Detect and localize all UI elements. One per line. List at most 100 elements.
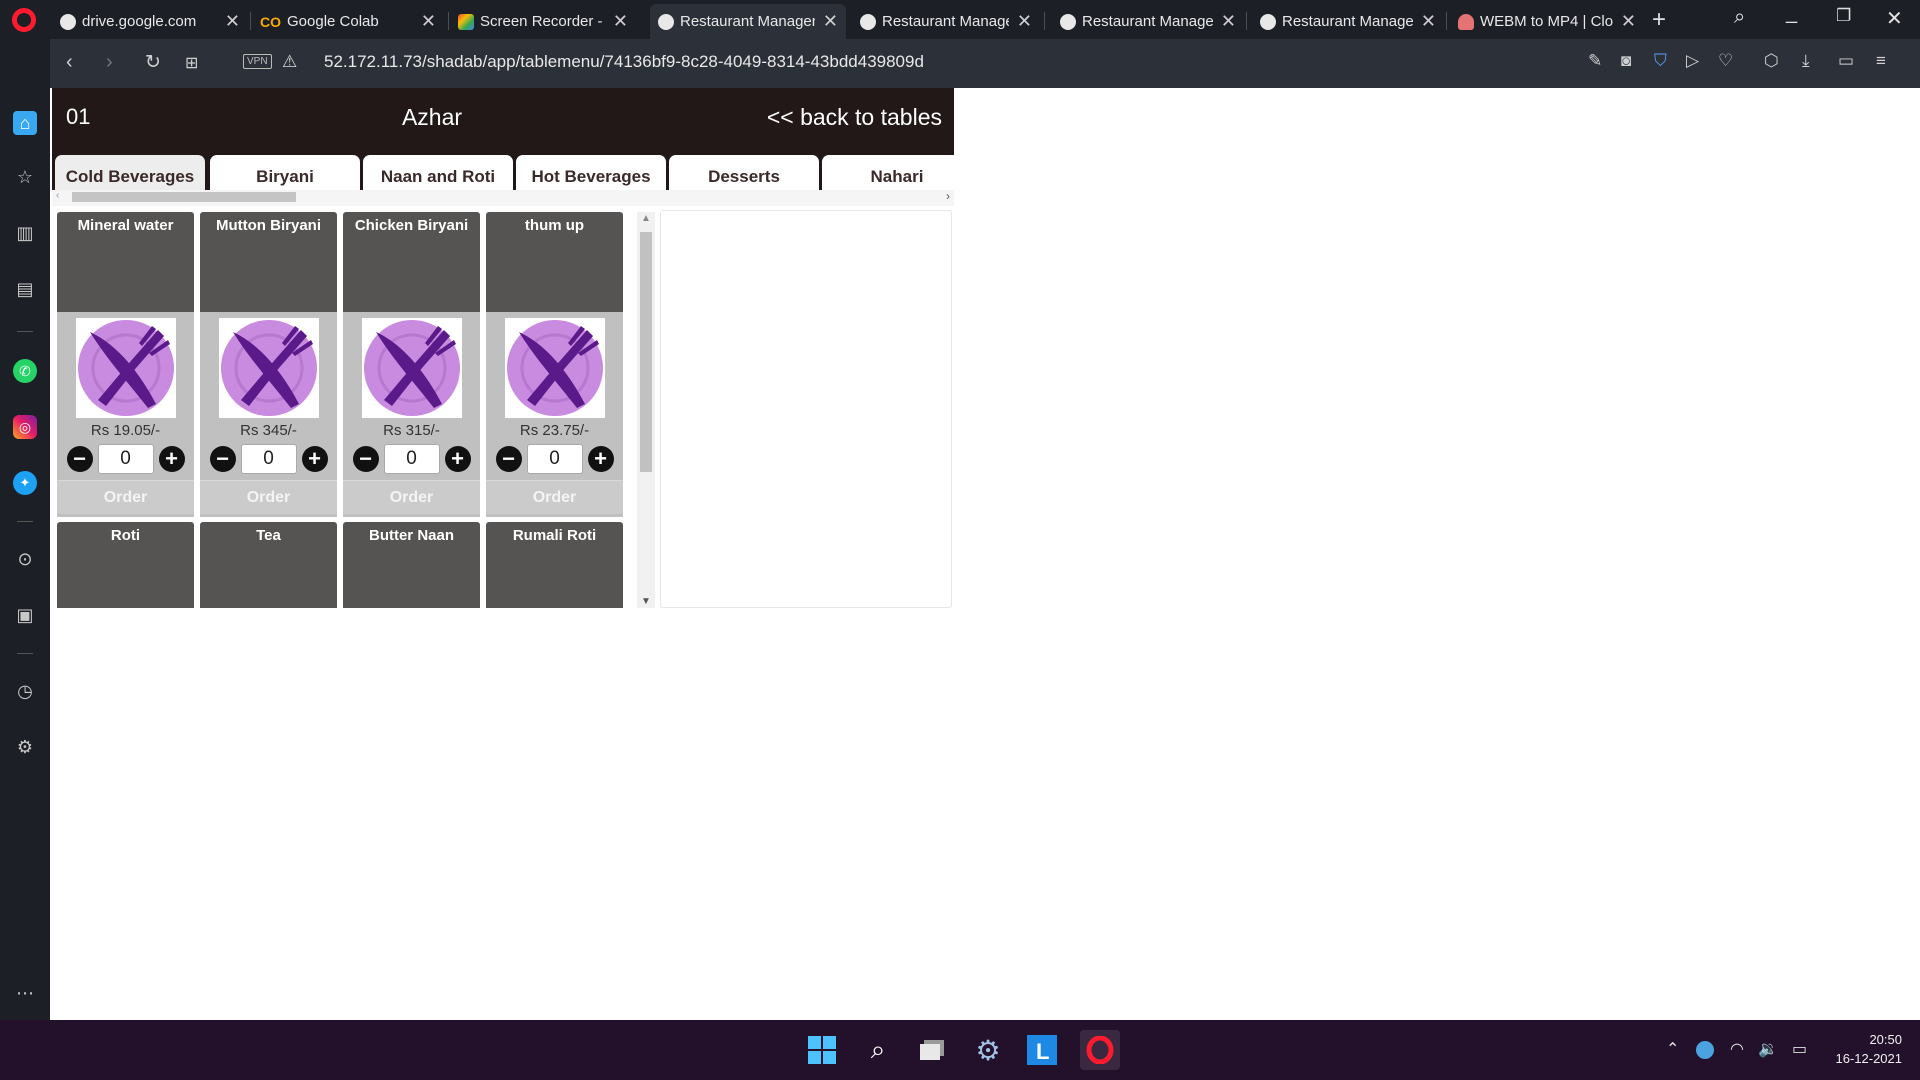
close-window-icon[interactable]: ✕ bbox=[1886, 6, 1903, 31]
quantity-input[interactable] bbox=[526, 444, 583, 474]
settings-gear-icon[interactable]: ⚙ bbox=[970, 1032, 1006, 1068]
order-button[interactable]: Order bbox=[200, 480, 337, 514]
clock-time: 20:50 bbox=[1869, 1032, 1902, 1047]
player-icon[interactable]: ⊙ bbox=[13, 547, 37, 571]
reload-icon[interactable]: ↻ bbox=[145, 51, 161, 74]
tab-hot-beverages[interactable]: Hot Beverages bbox=[516, 155, 666, 190]
close-icon[interactable]: ✕ bbox=[1621, 11, 1636, 32]
more-icon[interactable]: ⋯ bbox=[13, 981, 37, 1005]
tab-desserts[interactable]: Desserts bbox=[669, 155, 819, 190]
url-input[interactable]: 52.172.11.73/shadab/app/tablemenu/74136b… bbox=[324, 52, 924, 72]
vpn-badge[interactable]: VPN bbox=[243, 54, 272, 69]
item-price: Rs 23.75/- bbox=[519, 422, 590, 439]
opera-taskbar-icon[interactable] bbox=[1080, 1030, 1120, 1070]
minus-icon[interactable]: − bbox=[352, 446, 379, 472]
system-clock[interactable]: 20:50 16-12-2021 bbox=[1836, 1030, 1903, 1068]
close-icon[interactable]: ✕ bbox=[613, 11, 628, 32]
item-name: Tea bbox=[256, 527, 281, 544]
scroll-down-arrow-icon[interactable]: ▼ bbox=[641, 596, 651, 607]
tab-nahari[interactable]: Nahari bbox=[822, 155, 954, 190]
back-to-tables-link[interactable]: << back to tables bbox=[767, 104, 942, 131]
tab-restaurant-manager[interactable]: Restaurant Manager ✕ bbox=[1052, 4, 1244, 39]
plus-icon[interactable]: + bbox=[587, 446, 614, 472]
new-tab-plus-icon[interactable]: + bbox=[1652, 6, 1666, 34]
snapshot-edit-icon[interactable]: ✎ bbox=[1588, 51, 1602, 71]
shield-icon[interactable]: ⛉ bbox=[1654, 51, 1667, 71]
tab-screen-recorder[interactable]: Screen Recorder - C ✕ bbox=[450, 4, 636, 39]
restore-icon[interactable]: ❐ bbox=[1836, 6, 1851, 26]
quantity-input[interactable] bbox=[240, 444, 297, 474]
scroll-right-arrow-icon[interactable]: › bbox=[946, 189, 950, 203]
tab-grid-icon[interactable]: ⊞ bbox=[185, 53, 198, 73]
quantity-input[interactable] bbox=[97, 444, 154, 474]
close-icon[interactable]: ✕ bbox=[1017, 11, 1032, 32]
history-icon[interactable]: ◷ bbox=[13, 679, 37, 703]
tab-biryani[interactable]: Biryani bbox=[210, 155, 360, 190]
clock-app-icon[interactable] bbox=[1696, 1041, 1714, 1059]
wifi-icon[interactable]: ◠ bbox=[1730, 1039, 1744, 1059]
plus-icon[interactable]: + bbox=[301, 446, 328, 472]
tab-restaurant-manager-active[interactable]: Restaurant Manager ✕ bbox=[650, 4, 846, 39]
tab-restaurant-manager[interactable]: Restaurant Manager ✕ bbox=[852, 4, 1040, 39]
order-button[interactable]: Order bbox=[486, 480, 623, 514]
forward-icon[interactable]: › bbox=[106, 51, 113, 74]
minus-icon[interactable]: − bbox=[66, 446, 93, 472]
camera-icon[interactable]: ◙ bbox=[1621, 51, 1631, 71]
not-secure-warning-icon[interactable]: ⚠ bbox=[282, 52, 297, 72]
send-icon[interactable]: ▷ bbox=[1686, 51, 1699, 71]
download-icon[interactable]: ⤓ bbox=[1802, 51, 1810, 71]
scrollbar-thumb[interactable] bbox=[72, 192, 296, 202]
tab-webm-to-mp4[interactable]: WEBM to MP4 | Clo ✕ bbox=[1450, 4, 1644, 39]
scroll-up-arrow-icon[interactable]: ▲ bbox=[641, 213, 651, 224]
battery-icon[interactable]: ▭ bbox=[1792, 1039, 1807, 1059]
notes-icon[interactable]: ▤ bbox=[13, 277, 37, 301]
extensions-cube-icon[interactable]: ⬡ bbox=[1764, 51, 1779, 71]
heart-icon[interactable]: ♡ bbox=[1718, 51, 1733, 71]
close-icon[interactable]: ✕ bbox=[1421, 11, 1436, 32]
search-tabs-icon[interactable]: ⌕ bbox=[1734, 6, 1745, 29]
tab-drive[interactable]: drive.google.com ✕ bbox=[52, 4, 248, 39]
close-icon[interactable]: ✕ bbox=[823, 11, 838, 32]
category-horizontal-scrollbar[interactable]: ‹ › bbox=[52, 189, 954, 206]
battery-saver-icon[interactable]: ▭ bbox=[1838, 51, 1854, 71]
settings-gear-icon[interactable]: ⚙ bbox=[13, 735, 37, 759]
order-button[interactable]: Order bbox=[57, 480, 194, 514]
search-icon[interactable]: ⌕ bbox=[860, 1032, 896, 1068]
plate-cutlery-icon bbox=[504, 318, 605, 418]
quantity-stepper: − + bbox=[343, 444, 480, 474]
bookmarks-icon[interactable]: ▥ bbox=[13, 221, 37, 245]
tab-naan-and-roti[interactable]: Naan and Roti bbox=[363, 155, 513, 190]
tab-separator bbox=[1446, 12, 1447, 30]
back-icon[interactable]: ‹ bbox=[66, 51, 73, 74]
twitter-icon[interactable]: ✦ bbox=[13, 471, 37, 495]
instagram-icon[interactable]: ◎ bbox=[13, 415, 37, 439]
menu-vertical-scrollbar[interactable]: ▲ ▼ bbox=[637, 212, 655, 608]
easy-setup-icon[interactable]: ≡ bbox=[1876, 51, 1886, 71]
close-icon[interactable]: ✕ bbox=[225, 11, 240, 32]
close-icon[interactable]: ✕ bbox=[421, 11, 436, 32]
volume-icon[interactable]: 🔉 bbox=[1758, 1039, 1778, 1059]
minus-icon[interactable]: − bbox=[495, 446, 522, 472]
close-icon[interactable]: ✕ bbox=[1221, 11, 1236, 32]
order-button[interactable]: Order bbox=[343, 480, 480, 514]
scroll-left-arrow-icon[interactable]: ‹ bbox=[56, 190, 59, 201]
whatsapp-icon[interactable]: ✆ bbox=[13, 359, 37, 383]
tab-colab[interactable]: CO Google Colab ✕ bbox=[252, 4, 444, 39]
plate-cutlery-icon bbox=[361, 318, 462, 418]
home-icon[interactable]: ⌂ bbox=[13, 111, 37, 135]
star-icon[interactable]: ☆ bbox=[13, 165, 37, 189]
opera-logo-icon[interactable] bbox=[12, 8, 36, 32]
plus-icon[interactable]: + bbox=[444, 446, 471, 472]
tab-cold-beverages[interactable]: Cold Beverages bbox=[55, 155, 205, 190]
l-app-icon[interactable]: L bbox=[1024, 1032, 1060, 1068]
tab-restaurant-manager[interactable]: Restaurant Manager ✕ bbox=[1252, 4, 1444, 39]
minimize-icon[interactable]: _ bbox=[1786, 2, 1797, 25]
scrollbar-thumb[interactable] bbox=[640, 232, 652, 472]
minus-icon[interactable]: − bbox=[209, 446, 236, 472]
wallet-icon[interactable]: ▣ bbox=[13, 603, 37, 627]
chevron-up-icon[interactable]: ⌃ bbox=[1666, 1039, 1679, 1059]
task-view-icon[interactable] bbox=[914, 1032, 950, 1068]
windows-start-icon[interactable] bbox=[804, 1032, 840, 1068]
plus-icon[interactable]: + bbox=[158, 446, 185, 472]
quantity-input[interactable] bbox=[383, 444, 440, 474]
